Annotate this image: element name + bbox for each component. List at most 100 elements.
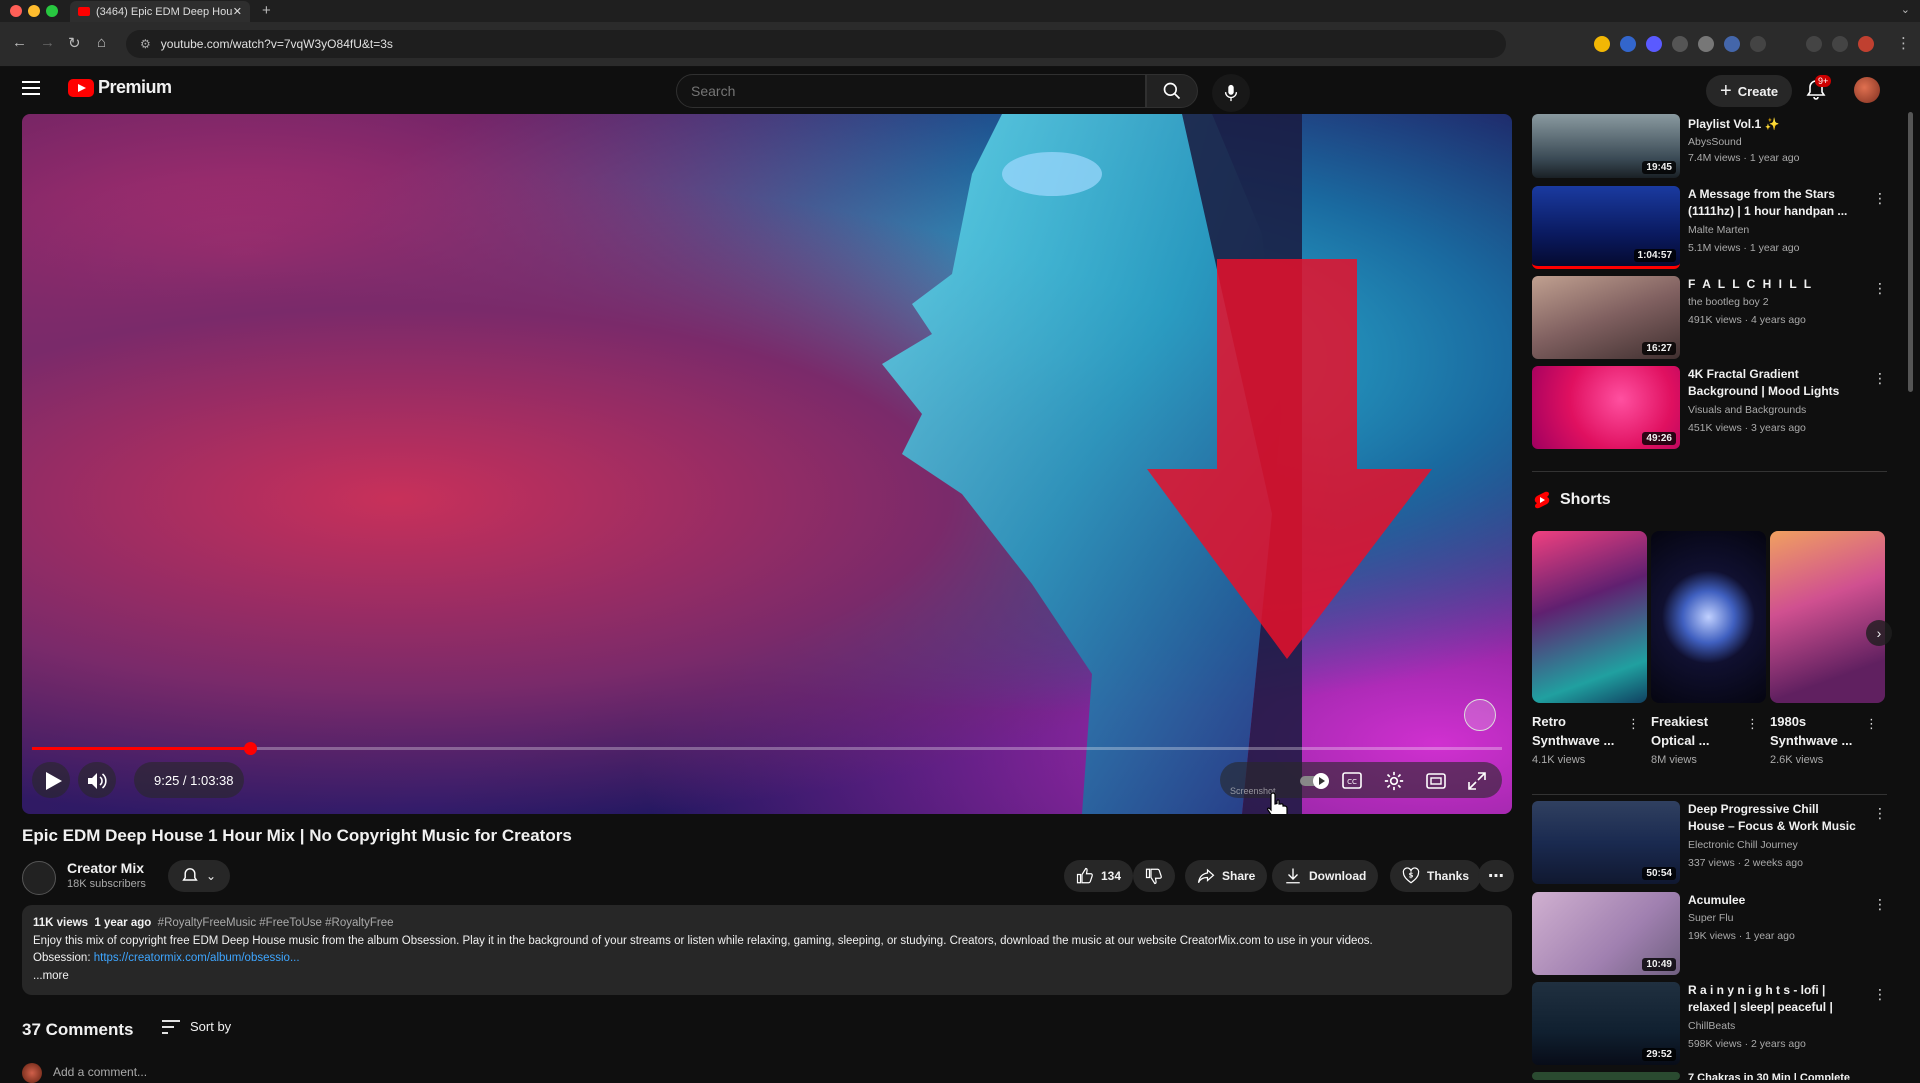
rec-title[interactable]: F A L L C H I L L <box>1688 276 1858 293</box>
thanks-button[interactable]: $ Thanks <box>1390 860 1482 892</box>
profile-avatar-icon[interactable] <box>1858 36 1874 52</box>
rec-channel[interactable]: ChillBeats <box>1688 1020 1735 1032</box>
settings-gear-icon[interactable] <box>1384 771 1404 791</box>
sidebar-scrollbar[interactable] <box>1908 112 1913 392</box>
sort-by-button[interactable]: Sort by <box>162 1019 231 1034</box>
like-button[interactable]: 134 <box>1064 860 1134 892</box>
voice-search-button[interactable] <box>1212 74 1250 112</box>
play-icon[interactable] <box>46 772 62 790</box>
site-info-icon[interactable]: ⚙ <box>140 37 151 51</box>
rec-thumbnail[interactable]: 10:49 <box>1532 892 1680 975</box>
rec-more-icon[interactable]: ⋮ <box>1873 896 1887 913</box>
rec-title[interactable]: Playlist Vol.1 ✨ <box>1688 116 1858 133</box>
rec-thumbnail[interactable]: 19:45 <box>1532 114 1680 178</box>
rec-more-icon[interactable]: ⋮ <box>1873 190 1887 207</box>
channel-watermark-logo[interactable] <box>1464 699 1496 731</box>
extension-s-icon[interactable] <box>1646 36 1662 52</box>
channel-name[interactable]: Creator Mix <box>67 860 144 876</box>
rec-title[interactable]: A Message from the Stars (1111hz) | 1 ho… <box>1688 186 1858 220</box>
rec-item-4[interactable]: 49:26 4K Fractal Gradient Background | M… <box>1532 366 1887 450</box>
rec-title[interactable]: 7 Chakras in 30 Min | Complete ... <box>1688 1072 1858 1080</box>
more-actions-button[interactable]: ⋯ <box>1478 860 1514 892</box>
youtube-premium-logo[interactable]: Premium <box>64 77 172 98</box>
short-thumbnail-2[interactable] <box>1651 531 1766 703</box>
rec-title[interactable]: Deep Progressive Chill House – Focus & W… <box>1688 801 1858 835</box>
rec-item-3[interactable]: 16:27 F A L L C H I L L the bootleg boy … <box>1532 276 1887 360</box>
volume-icon[interactable] <box>88 772 108 790</box>
close-window-button[interactable] <box>10 5 22 17</box>
account-avatar[interactable] <box>1854 77 1880 103</box>
maximize-window-button[interactable] <box>46 5 58 17</box>
rec-thumbnail[interactable]: 50:54 <box>1532 801 1680 884</box>
dislike-button[interactable] <box>1133 860 1175 892</box>
browser-menu-icon[interactable]: ⋮ <box>1896 34 1911 52</box>
rec-channel[interactable]: Super Flu <box>1688 912 1734 924</box>
tab-search-icon[interactable] <box>1832 36 1848 52</box>
rec-thumbnail[interactable] <box>1532 1072 1680 1080</box>
description-box[interactable]: 11K views 1 year ago #RoyaltyFreeMusic #… <box>22 905 1512 995</box>
extension-blue-icon[interactable] <box>1620 36 1636 52</box>
hamburger-menu-icon[interactable] <box>22 81 40 99</box>
autoplay-toggle-icon[interactable] <box>1300 772 1330 790</box>
rec-more-icon[interactable]: ⋮ <box>1873 370 1887 387</box>
downloads-icon[interactable] <box>1806 36 1822 52</box>
rec-channel[interactable]: Malte Marten <box>1688 224 1749 236</box>
short-more-icon[interactable]: ⋮ <box>1627 716 1640 732</box>
rec-thumbnail[interactable]: 29:52 <box>1532 982 1680 1065</box>
address-bar[interactable]: ⚙ youtube.com/watch?v=7vqW3yO84fU&t=3s <box>126 30 1506 58</box>
reload-icon[interactable]: ↻ <box>68 34 81 52</box>
rec-channel[interactable]: AbysSound <box>1688 136 1742 148</box>
rec-channel[interactable]: the bootleg boy 2 <box>1688 296 1769 308</box>
rec-title[interactable]: R a i n y n i g h t s - lofi | relaxed |… <box>1688 982 1858 1016</box>
shorts-next-chevron-icon[interactable]: › <box>1866 620 1892 646</box>
forward-arrow-icon[interactable]: → <box>40 34 55 51</box>
rec-item-1[interactable]: 19:45 Playlist Vol.1 ✨ AbysSound 7.4M vi… <box>1532 114 1887 178</box>
rec-thumbnail[interactable]: 16:27 <box>1532 276 1680 359</box>
short-title[interactable]: Freakiest Optical ... <box>1651 712 1741 750</box>
captions-icon[interactable]: CC <box>1342 772 1362 789</box>
extensions-puzzle-icon[interactable] <box>1750 36 1766 52</box>
rec-title[interactable]: 4K Fractal Gradient Background | Mood Li… <box>1688 366 1858 400</box>
rec-item-5[interactable]: 50:54 Deep Progressive Chill House – Foc… <box>1532 801 1887 885</box>
new-tab-button[interactable]: + <box>262 2 271 19</box>
rec-thumbnail[interactable]: 49:26 <box>1532 366 1680 449</box>
rec-channel[interactable]: Visuals and Backgrounds <box>1688 404 1806 416</box>
progress-bar[interactable] <box>32 742 1502 755</box>
tab-close-icon[interactable]: ✕ <box>233 5 242 18</box>
rec-item-6[interactable]: 10:49 Acumulee Super Flu 19K views · 1 y… <box>1532 892 1887 976</box>
rec-more-icon[interactable]: ⋮ <box>1873 280 1887 297</box>
rec-thumbnail[interactable]: 1:04:57 <box>1532 186 1680 269</box>
extension-shield-icon[interactable] <box>1698 36 1714 52</box>
subscription-bell-button[interactable]: ⌄ <box>168 860 230 892</box>
rec-title[interactable]: Acumulee <box>1688 892 1858 909</box>
short-more-icon[interactable]: ⋮ <box>1865 716 1878 732</box>
extension-gray-icon[interactable] <box>1672 36 1688 52</box>
add-comment-input[interactable]: Add a comment... <box>53 1065 147 1079</box>
rec-item-8[interactable]: 7 Chakras in 30 Min | Complete ... <box>1532 1072 1887 1080</box>
fullscreen-icon[interactable] <box>1468 772 1486 790</box>
show-more-link[interactable]: ...more <box>33 968 1501 986</box>
extension-person-icon[interactable] <box>1724 36 1740 52</box>
share-button[interactable]: Share <box>1185 860 1268 892</box>
rec-more-icon[interactable]: ⋮ <box>1873 986 1887 1003</box>
rec-more-icon[interactable]: ⋮ <box>1873 805 1887 822</box>
rec-item-2[interactable]: 1:04:57 A Message from the Stars (1111hz… <box>1532 186 1887 270</box>
short-title[interactable]: 1980s Synthwave ... <box>1770 712 1860 750</box>
download-button[interactable]: Download <box>1272 860 1379 892</box>
minimize-window-button[interactable] <box>28 5 40 17</box>
hashtags[interactable]: #RoyaltyFreeMusic #FreeToUse #RoyaltyFre… <box>158 917 394 929</box>
home-icon[interactable]: ⌂ <box>97 34 106 51</box>
short-more-icon[interactable]: ⋮ <box>1746 716 1759 732</box>
create-button[interactable]: + Create <box>1706 75 1793 107</box>
channel-avatar[interactable] <box>22 861 56 895</box>
browser-tab-active[interactable]: (3464) Epic EDM Deep House ✕ <box>70 1 250 22</box>
short-title[interactable]: Retro Synthwave ... <box>1532 712 1622 750</box>
back-arrow-icon[interactable]: ← <box>12 34 27 51</box>
tab-list-chevron-icon[interactable]: ⌄ <box>1901 3 1910 16</box>
search-input[interactable] <box>691 83 1145 99</box>
rec-channel[interactable]: Electronic Chill Journey <box>1688 839 1798 851</box>
short-thumbnail-3[interactable] <box>1770 531 1885 703</box>
search-button[interactable] <box>1146 74 1198 108</box>
album-link[interactable]: https://creatormix.com/album/obsessio... <box>94 952 300 964</box>
short-thumbnail-1[interactable] <box>1532 531 1647 703</box>
